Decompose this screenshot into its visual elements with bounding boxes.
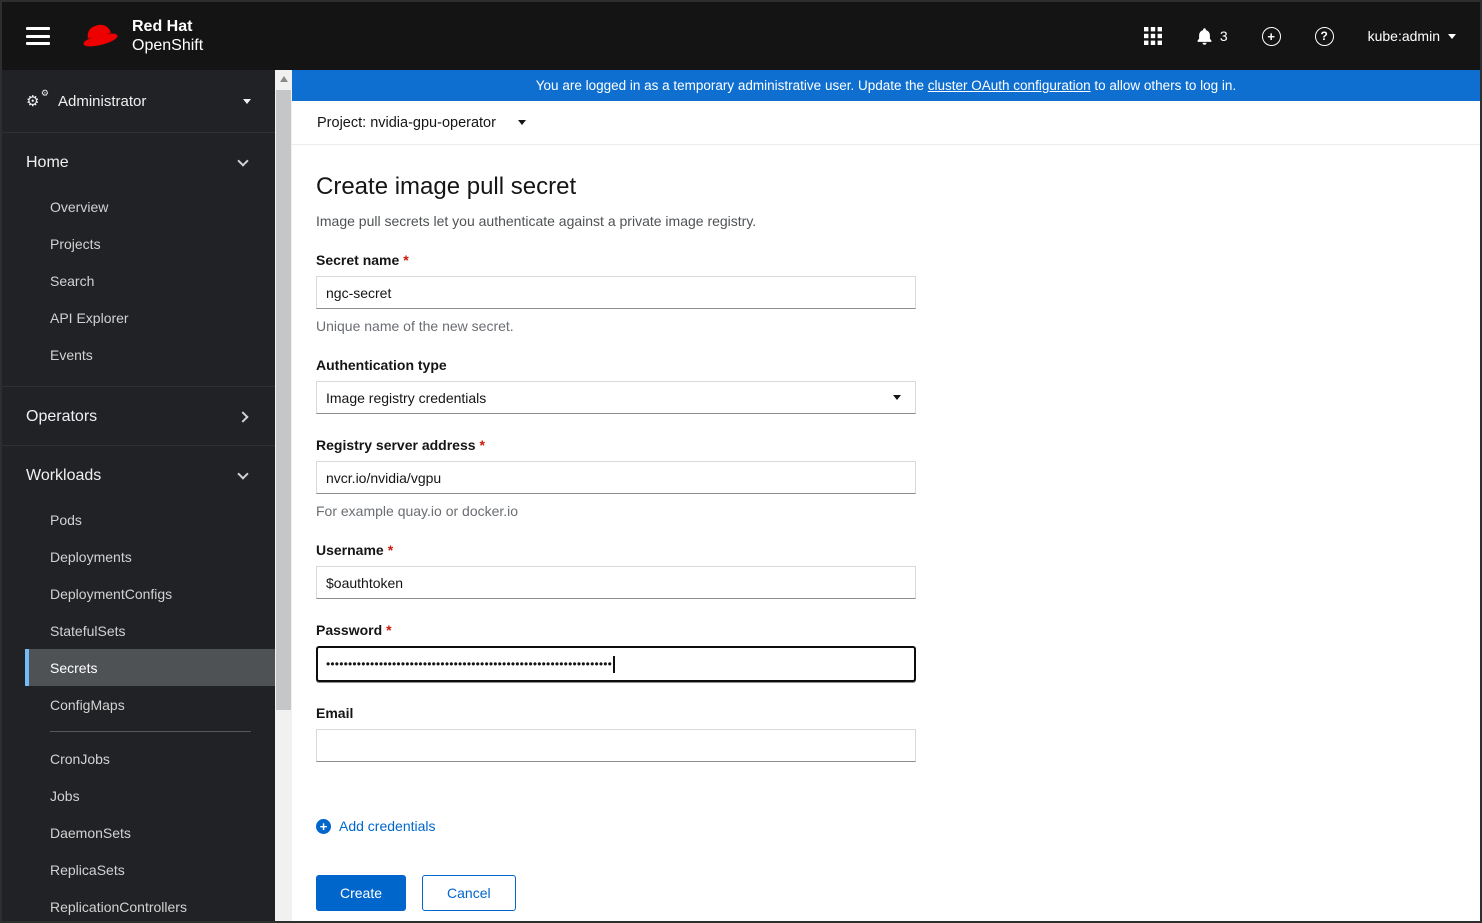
- project-selector[interactable]: Project: nvidia-gpu-operator: [317, 115, 526, 131]
- cluster-oauth-configuration-link[interactable]: cluster OAuth configuration: [928, 78, 1091, 93]
- perspective-label: Administrator: [58, 92, 147, 110]
- notification-count: 3: [1219, 28, 1228, 44]
- page-area: You are logged in as a temporary adminis…: [292, 70, 1480, 921]
- password-label: Password *: [316, 622, 392, 638]
- nav-section-operators-label: Operators: [26, 408, 98, 425]
- perspective-switcher[interactable]: ⚙ ⚙ Administrator: [2, 70, 275, 133]
- chevron-down-icon: [1448, 33, 1456, 39]
- sidebar-item-statefulsets[interactable]: StatefulSets: [25, 612, 275, 649]
- text-cursor: [613, 655, 615, 673]
- required-asterisk: *: [387, 542, 394, 558]
- brand-line1: Red Hat: [132, 18, 193, 35]
- user-menu[interactable]: kube:admin: [1368, 28, 1456, 44]
- registry-address-label: Registry server address *: [316, 437, 485, 453]
- sidebar-item-secrets[interactable]: Secrets: [25, 649, 275, 686]
- banner-text-before: You are logged in as a temporary adminis…: [535, 78, 928, 93]
- temp-admin-banner: You are logged in as a temporary adminis…: [292, 70, 1480, 101]
- caret-down-icon: [517, 120, 526, 125]
- username-label: Username *: [316, 542, 394, 558]
- nav-toggle-hamburger-icon[interactable]: [26, 27, 50, 45]
- sidebar-item-configmaps[interactable]: ConfigMaps: [25, 686, 275, 723]
- project-bar: Project: nvidia-gpu-operator: [292, 101, 1480, 145]
- project-label: Project:: [317, 114, 367, 131]
- nav-section-workloads[interactable]: Workloads: [2, 461, 275, 491]
- cancel-button[interactable]: Cancel: [422, 875, 516, 911]
- notifications-button[interactable]: 3: [1196, 27, 1228, 45]
- sidebar-item-overview[interactable]: Overview: [2, 188, 275, 225]
- add-credentials-label: Add credentials: [339, 818, 436, 834]
- workloads-nav-list: Pods Deployments DeploymentConfigs State…: [25, 501, 275, 921]
- import-yaml-plus-circle-icon[interactable]: +: [1261, 26, 1281, 46]
- brand-logo[interactable]: Red Hat OpenShift: [78, 17, 203, 55]
- help-question-circle-icon[interactable]: ?: [1314, 26, 1334, 46]
- auth-type-label: Authentication type: [316, 357, 447, 373]
- create-secret-form: Create image pull secret Image pull secr…: [292, 145, 1480, 911]
- registry-address-help: For example quay.io or docker.io: [316, 503, 519, 519]
- form-actions: Create Cancel: [316, 875, 1480, 911]
- caret-down-icon: [243, 98, 251, 104]
- scrollbar-up-arrow[interactable]: [275, 70, 292, 88]
- divider: [2, 386, 275, 387]
- sidebar-item-search[interactable]: Search: [2, 262, 275, 299]
- email-label: Email: [316, 705, 354, 721]
- sidebar-item-deploymentconfigs[interactable]: DeploymentConfigs: [25, 575, 275, 612]
- registry-address-input[interactable]: [316, 461, 916, 494]
- project-value: nvidia-gpu-operator: [370, 114, 496, 131]
- red-hat-fedora-icon: [78, 20, 122, 52]
- question-glyph: ?: [1320, 29, 1328, 43]
- username: kube:admin: [1367, 28, 1440, 44]
- scrollbar-thumb[interactable]: [276, 90, 291, 710]
- sidebar-item-projects[interactable]: Projects: [2, 225, 275, 262]
- sidebar-nav: ⚙ ⚙ Administrator Home Overview Projects…: [2, 70, 275, 921]
- secret-name-input[interactable]: [316, 276, 916, 309]
- sidebar-item-replicasets[interactable]: ReplicaSets: [25, 851, 275, 888]
- nav-section-workloads-label: Workloads: [26, 467, 102, 484]
- cogs-icon: ⚙ ⚙: [26, 89, 49, 110]
- sidebar-item-api-explorer[interactable]: API Explorer: [2, 299, 275, 336]
- secret-name-help: Unique name of the new secret.: [316, 318, 514, 334]
- secret-name-label: Secret name *: [316, 252, 409, 268]
- sidebar-item-jobs[interactable]: Jobs: [25, 777, 275, 814]
- sidebar-item-cronjobs[interactable]: CronJobs: [25, 740, 275, 777]
- password-masked-value: ••••••••••••••••••••••••••••••••••••••••…: [326, 657, 613, 671]
- email-input[interactable]: [316, 729, 916, 762]
- page-subtitle: Image pull secrets let you authenticate …: [316, 213, 757, 229]
- brand-line2: OpenShift: [132, 37, 204, 54]
- page-scrollbar[interactable]: [275, 70, 292, 921]
- auth-type-select[interactable]: Image registry credentials: [316, 381, 916, 414]
- auth-type-selected-value: Image registry credentials: [326, 389, 487, 406]
- password-input[interactable]: ••••••••••••••••••••••••••••••••••••••••…: [316, 646, 916, 682]
- sidebar-item-daemonsets[interactable]: DaemonSets: [25, 814, 275, 851]
- username-input[interactable]: [316, 566, 916, 599]
- openshift-console-window: Red Hat OpenShift 3 + ? kube:admin ⚙ ⚙ A…: [0, 0, 1482, 923]
- brand-text: Red Hat OpenShift: [132, 17, 203, 55]
- home-nav-list: Overview Projects Search API Explorer Ev…: [2, 188, 275, 373]
- chevron-down-icon: [237, 468, 249, 480]
- banner-text-after: to allow others to log in.: [1090, 78, 1237, 93]
- page-title: Create image pull secret: [316, 173, 577, 200]
- chevron-down-icon: [237, 155, 249, 167]
- bell-icon: [1196, 27, 1213, 45]
- masthead-actions: 3 + ? kube:admin: [1143, 26, 1456, 46]
- divider: [2, 445, 275, 446]
- plus-glyph: +: [1267, 28, 1275, 44]
- required-asterisk: *: [386, 622, 392, 638]
- app-launcher-grid-icon[interactable]: [1143, 27, 1162, 45]
- sidebar-item-events[interactable]: Events: [2, 336, 275, 373]
- caret-down-icon: [893, 395, 901, 400]
- sidebar-item-replicationcontrollers[interactable]: ReplicationControllers: [25, 888, 275, 921]
- nav-section-operators[interactable]: Operators: [2, 402, 275, 432]
- add-credentials-link[interactable]: + Add credentials: [316, 818, 436, 834]
- plus-circle-icon: +: [316, 818, 331, 834]
- chevron-right-icon: [237, 411, 249, 423]
- create-button[interactable]: Create: [316, 875, 407, 911]
- masthead: Red Hat OpenShift 3 + ? kube:admin: [2, 2, 1480, 70]
- nav-section-home-label: Home: [26, 154, 69, 171]
- nav-section-home[interactable]: Home: [2, 148, 275, 178]
- sidebar-item-deployments[interactable]: Deployments: [25, 538, 275, 575]
- required-asterisk: *: [479, 437, 485, 453]
- required-asterisk: *: [403, 252, 409, 268]
- sidebar-item-pods[interactable]: Pods: [25, 501, 275, 538]
- divider: [50, 731, 251, 732]
